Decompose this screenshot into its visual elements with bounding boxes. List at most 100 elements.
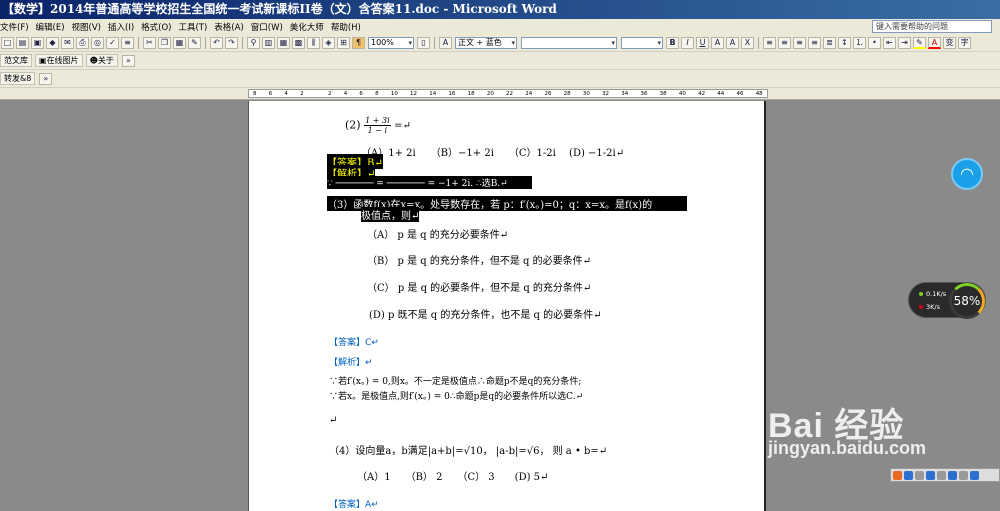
research-icon[interactable]: ≡	[121, 37, 134, 49]
mail-icon[interactable]: ✉	[61, 37, 74, 49]
download-dot-icon	[919, 305, 923, 309]
document-page[interactable]: (2) 1 + 3i 1 − i =↵ （A）1+ 2i （B）−1+ 2i （C…	[248, 101, 766, 511]
numbering-icon[interactable]: ⒈	[853, 37, 866, 49]
drawing-icon[interactable]: ◈	[322, 37, 335, 49]
menu-format[interactable]: 格式(O)	[141, 21, 178, 33]
font-color-icon[interactable]: A	[928, 37, 941, 49]
analysis2-line-1: ∵若f′(x。) = 0,则x。不一定是极值点∴命题p不是q的充分条件;	[329, 377, 582, 387]
border-char-icon[interactable]: A	[711, 37, 724, 49]
menu-table[interactable]: 表格(A)	[214, 21, 250, 33]
align-right-icon[interactable]: ≡	[793, 37, 806, 49]
enclose-icon[interactable]: 字	[958, 37, 971, 49]
separator	[242, 37, 243, 49]
cut-icon[interactable]: ✂	[143, 37, 156, 49]
save-icon[interactable]: ▣	[31, 37, 44, 49]
toolbar-options-icon[interactable]: »	[39, 72, 53, 85]
zoom-select[interactable]: 100%	[368, 37, 414, 49]
phonetic-icon[interactable]: 变	[943, 37, 956, 49]
ime-more-icon[interactable]	[970, 470, 979, 480]
ruler-tick: 8	[253, 91, 257, 97]
char-scale-icon[interactable]: X	[741, 37, 754, 49]
justify-icon[interactable]: ≡	[808, 37, 821, 49]
answer-tag-2: 【答案】C↵	[329, 338, 379, 348]
columns-icon[interactable]: ⫼	[307, 37, 320, 49]
forward-button[interactable]: 转发&8	[0, 72, 36, 85]
upload-dot-icon	[919, 292, 923, 296]
redo-icon[interactable]: ↷	[225, 37, 238, 49]
underline-icon[interactable]: U	[696, 37, 709, 49]
copy-icon[interactable]: ❐	[158, 37, 171, 49]
line-spacing-icon[interactable]: ↕	[838, 37, 851, 49]
upload-speed-value: 0.1K/s	[926, 290, 947, 298]
highlight-icon[interactable]: ✎	[913, 37, 926, 49]
ime-punct-icon[interactable]	[915, 470, 924, 480]
print-preview-icon[interactable]: ◎	[91, 37, 104, 49]
new-doc-icon[interactable]: □	[1, 37, 14, 49]
template-library-button[interactable]: 范文库	[0, 54, 32, 67]
font-select[interactable]	[521, 37, 617, 49]
bullets-icon[interactable]: •	[868, 37, 881, 49]
read-icon[interactable]: ▯	[417, 37, 430, 49]
menu-edit[interactable]: 编辑(E)	[36, 21, 72, 33]
ruler-tick: 46	[736, 91, 744, 97]
align-left-icon[interactable]: ≡	[763, 37, 776, 49]
ime-status-bar[interactable]	[890, 468, 1000, 482]
about-button[interactable]: ☻ 关于	[85, 54, 118, 67]
ime-logo-icon[interactable]	[893, 470, 902, 480]
style-select[interactable]: 正文 + 蓝色	[455, 37, 517, 49]
increase-indent-icon[interactable]: ⇥	[898, 37, 911, 49]
menu-file[interactable]: 文件(F)	[0, 21, 36, 33]
italic-icon[interactable]: I	[681, 37, 694, 49]
show-hide-icon[interactable]: ¶	[352, 37, 365, 49]
ruler-tick: 24	[525, 91, 533, 97]
doc-map-icon[interactable]: ⊞	[337, 37, 350, 49]
q3-option-a: （A） p 是 q 的充分必要条件↵	[367, 230, 509, 241]
ime-settings-icon[interactable]	[937, 470, 946, 480]
ruler-tick: 48	[755, 91, 763, 97]
paste-icon[interactable]: ▦	[173, 37, 186, 49]
horizontal-ruler[interactable]: 8 6 4 2 2 4 6 8 10 12 14 16 18 20 22 24 …	[0, 88, 1000, 100]
ruler-tick: 28	[563, 91, 571, 97]
menu-window[interactable]: 窗口(W)	[251, 21, 290, 33]
font-size-select[interactable]	[621, 37, 663, 49]
menu-beautify[interactable]: 美化大师	[290, 21, 331, 33]
distributed-icon[interactable]: ≣	[823, 37, 836, 49]
undo-icon[interactable]: ↶	[210, 37, 223, 49]
ime-mode-icon[interactable]	[904, 470, 913, 480]
menu-tools[interactable]: 工具(T)	[178, 21, 214, 33]
ruler-tick: 44	[717, 91, 725, 97]
insert-table-icon[interactable]: ▦	[277, 37, 290, 49]
styles-icon[interactable]: A	[439, 37, 452, 49]
toolbar-options-icon[interactable]: »	[121, 54, 135, 67]
ime-keyboard-icon[interactable]	[926, 470, 935, 480]
tables-borders-icon[interactable]: ▥	[262, 37, 275, 49]
hyperlink-icon[interactable]: ⚲	[247, 37, 260, 49]
menu-insert[interactable]: 插入(I)	[108, 21, 141, 33]
ruler-tick: 8	[375, 91, 379, 97]
permission-icon[interactable]: ◆	[46, 37, 59, 49]
print-icon[interactable]: ⎙	[76, 37, 89, 49]
ime-skin-icon[interactable]	[948, 470, 957, 480]
network-speed-widget[interactable]: 0.1K/s 3K/s 58%	[908, 282, 986, 319]
wifi-icon[interactable]: ◠	[951, 158, 983, 190]
format-painter-icon[interactable]: ✎	[188, 37, 201, 49]
spelling-icon[interactable]: ✓	[106, 37, 119, 49]
ruler-tick: 36	[640, 91, 648, 97]
online-image-button[interactable]: ▣ 在线图片	[35, 54, 83, 67]
user-icon: ☻	[89, 56, 98, 65]
help-search-input[interactable]: 键入需要帮助的问题	[872, 20, 992, 33]
char-shading-icon[interactable]: A	[726, 37, 739, 49]
ime-tools-icon[interactable]	[959, 470, 968, 480]
insert-excel-icon[interactable]: ▩	[292, 37, 305, 49]
separator	[138, 37, 139, 49]
menu-help[interactable]: 帮助(H)	[331, 21, 368, 33]
open-icon[interactable]: ▤	[16, 37, 29, 49]
align-center-icon[interactable]: ≡	[778, 37, 791, 49]
bold-icon[interactable]: B	[666, 37, 679, 49]
decrease-indent-icon[interactable]: ⇤	[883, 37, 896, 49]
download-speed: 3K/s	[919, 303, 940, 311]
ruler-tick: 4	[284, 91, 288, 97]
menu-view[interactable]: 视图(V)	[72, 21, 108, 33]
upload-speed: 0.1K/s	[919, 290, 946, 298]
ruler-tick: 6	[359, 91, 363, 97]
